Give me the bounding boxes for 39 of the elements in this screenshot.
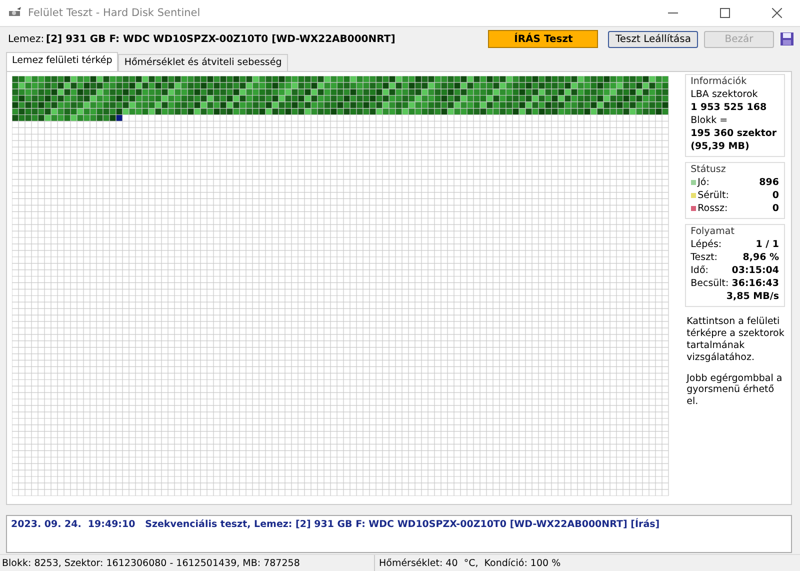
progress-value: 1 / 1 (756, 239, 779, 250)
status-count: 896 (759, 177, 779, 188)
surface-map-drawing[interactable] (12, 76, 668, 496)
progress-value: 8,96 % (742, 252, 779, 263)
block-label: Blokk = (690, 115, 729, 126)
group-title: Folyamat (690, 226, 736, 237)
status-label: Sérült: (698, 190, 729, 201)
disk-name: [2] 931 GB F: WDC WD10SPZX-00Z10T0 [WD-WX22AB000NRT] (46, 34, 396, 44)
group-title: Információk (690, 76, 748, 87)
window-title: Felület Teszt - Hard Disk Sentinel (28, 7, 202, 19)
progress-label: Lépés: (690, 239, 722, 250)
progress-value: 36:16:43 (732, 278, 779, 289)
stop-test-button[interactable]: Teszt Leállítása (608, 30, 698, 48)
status-count: 0 (772, 203, 779, 214)
hint-text: Kattintson a felületi térképre a szektorok tartalmának vizsgálatához. (686, 316, 785, 364)
test-mode-indicator: ÍRÁS Teszt (488, 30, 598, 48)
block-value: 195 360 szektor (690, 128, 778, 139)
status-bar-text: Blokk: 8253, Szektor: 1612306080 - 1612501439, MB: 787258 (2, 558, 300, 568)
progress-label: Idő: (690, 265, 708, 276)
progress-value: 03:15:04 (732, 265, 779, 276)
maximize-icon (720, 8, 730, 18)
tab[interactable]: Hőmérséklet és átviteli sebesség (118, 54, 288, 71)
close-icon (772, 8, 782, 18)
status-label: Rossz: (698, 203, 728, 214)
progress-label: Becsült: (690, 278, 729, 289)
log-entry: 2023. 09. 24. 19:49:10 Szekvenciális teszt, Lemez: [2] 931 GB F: WDC WD10SPZX-00Z10T0 [WD-WX22AB000NRT] [Írás] (11, 519, 661, 530)
block-size: (95,39 MB) (690, 141, 750, 152)
lba-label: LBA szektorok (690, 89, 759, 100)
hint-text: Jobb egérgombbal a gyorsmenü érhető el. (685, 372, 784, 408)
group-title: Státusz (690, 164, 727, 175)
lba-value: 1 953 525 168 (690, 102, 768, 113)
progress-label: Teszt: (690, 252, 718, 263)
tab[interactable]: Lemez felületi térkép (6, 52, 118, 71)
disk-icon (8, 7, 22, 19)
save-icon[interactable] (780, 32, 794, 46)
status-count: 0 (772, 190, 779, 201)
speed-value: 3,85 MB/s (726, 291, 779, 302)
status-bar-text: Hőmérséklet: 40 °C, Kondíció: 100 % (379, 558, 561, 568)
status-label: Jó: (698, 177, 710, 188)
